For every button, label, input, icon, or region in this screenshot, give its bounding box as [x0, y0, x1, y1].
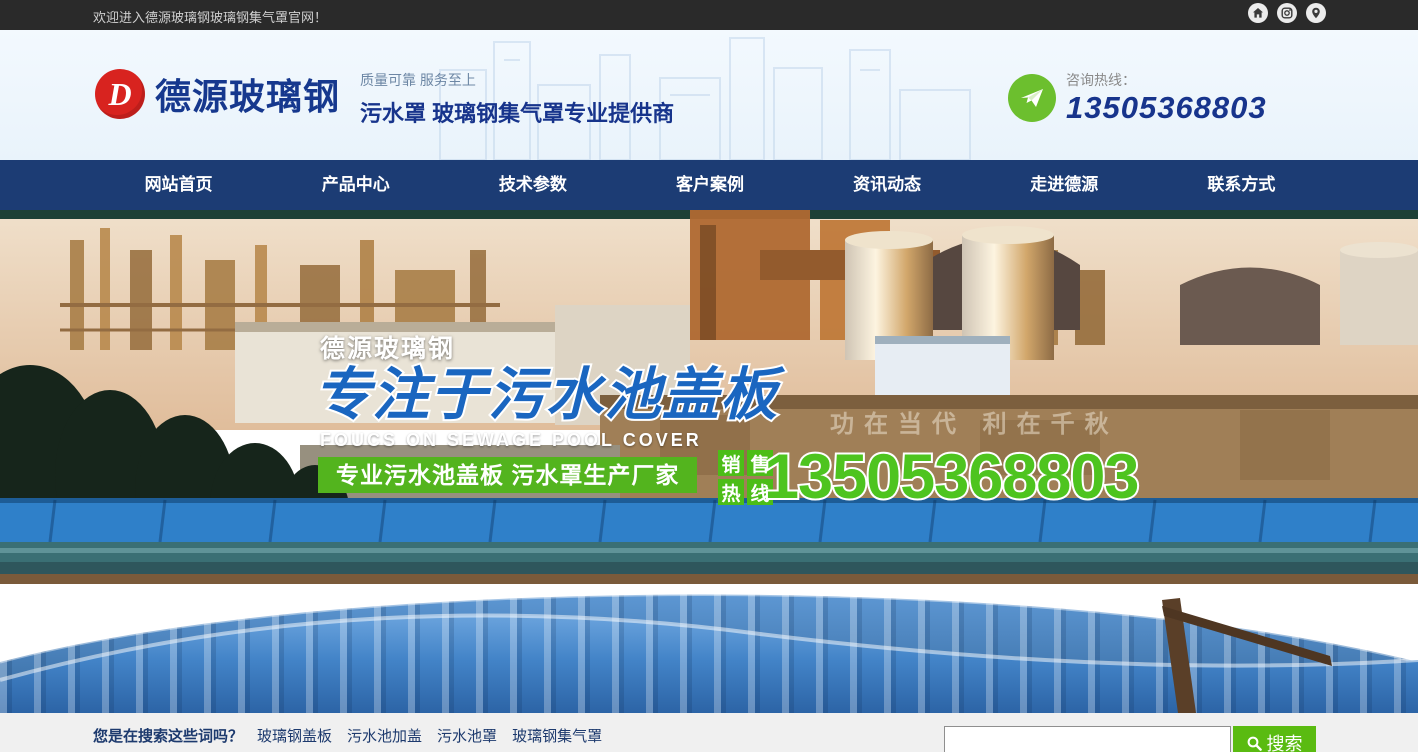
- hero-subline: FOUCS ON SEWAGE POOL COVER: [320, 430, 702, 451]
- hot-keywords: 您是在搜索这些词吗？ 玻璃钢盖板 污水池加盖 污水池罩 玻璃钢集气罩: [93, 725, 617, 746]
- hotline-number: 13505368803: [1066, 90, 1267, 126]
- keyword-link-3[interactable]: 污水池罩: [437, 725, 497, 746]
- search-button[interactable]: 搜索: [1233, 726, 1316, 752]
- slogan-line2: 污水罩 玻璃钢集气罩专业提供商: [360, 96, 674, 128]
- home-icon[interactable]: [1248, 3, 1268, 23]
- nav-item-home[interactable]: 网站首页: [90, 160, 267, 210]
- social-links: [1248, 3, 1326, 23]
- hotline-label: 咨询热线：: [1066, 70, 1267, 90]
- hero-headline: 专注于污水池盖板: [308, 354, 828, 432]
- paper-plane-icon: [1008, 74, 1056, 122]
- logo-name: 德源玻璃钢: [155, 68, 340, 120]
- topbar: 欢迎进入德源玻璃钢玻璃钢集气罩官网！: [0, 0, 1418, 30]
- keyword-link-4[interactable]: 玻璃钢集气罩: [512, 725, 602, 746]
- header-hotline: 咨询热线： 13505368803: [1008, 70, 1267, 126]
- sales-number-text: 13505368803: [764, 442, 1138, 512]
- hero-badge: 专业污水池盖板 污水罩生产厂家: [318, 457, 697, 493]
- nav-item-contact[interactable]: 联系方式: [1153, 160, 1330, 210]
- hero-photo: 功在当代 利在千秋: [0, 210, 1418, 713]
- location-icon[interactable]: [1306, 3, 1326, 23]
- keyword-link-1[interactable]: 玻璃钢盖板: [257, 725, 332, 746]
- nav-item-cases[interactable]: 客户案例: [621, 160, 798, 210]
- nav-item-about[interactable]: 走进德源: [976, 160, 1153, 210]
- hero-banner: 功在当代 利在千秋: [0, 210, 1418, 713]
- instagram-icon[interactable]: [1277, 3, 1297, 23]
- keyword-link-2[interactable]: 污水池加盖: [347, 725, 422, 746]
- search-input[interactable]: [944, 726, 1231, 752]
- hero-headline-text: 专注于污水池盖板: [314, 363, 786, 427]
- sales-tile: 热: [718, 479, 744, 505]
- nav-item-specs[interactable]: 技术参数: [444, 160, 621, 210]
- wall-slogan-text: 功在当代 利在千秋: [830, 410, 1119, 438]
- welcome-text: 欢迎进入德源玻璃钢玻璃钢集气罩官网！: [93, 7, 327, 26]
- header-slogan: 质量可靠 服务至上 污水罩 玻璃钢集气罩专业提供商: [360, 70, 674, 128]
- nav-item-products[interactable]: 产品中心: [267, 160, 444, 210]
- logo-icon: D: [95, 69, 145, 119]
- page: 欢迎进入德源玻璃钢玻璃钢集气罩官网！: [0, 0, 1418, 752]
- sales-tile: 销: [718, 450, 744, 476]
- search-button-label: 搜索: [1267, 730, 1303, 752]
- sales-number: 13505368803: [762, 436, 1152, 516]
- main-nav: 网站首页 产品中心 技术参数 客户案例 资讯动态 走进德源 联系方式: [0, 160, 1418, 210]
- site-header: D 德源玻璃钢 质量可靠 服务至上 污水罩 玻璃钢集气罩专业提供商 咨询热线： …: [0, 30, 1418, 160]
- keywords-prompt: 您是在搜索这些词吗？: [93, 725, 243, 746]
- search-icon: [1247, 736, 1262, 751]
- nav-item-news[interactable]: 资讯动态: [799, 160, 976, 210]
- logo[interactable]: D 德源玻璃钢: [95, 68, 340, 120]
- slogan-line1: 质量可靠 服务至上: [360, 70, 674, 90]
